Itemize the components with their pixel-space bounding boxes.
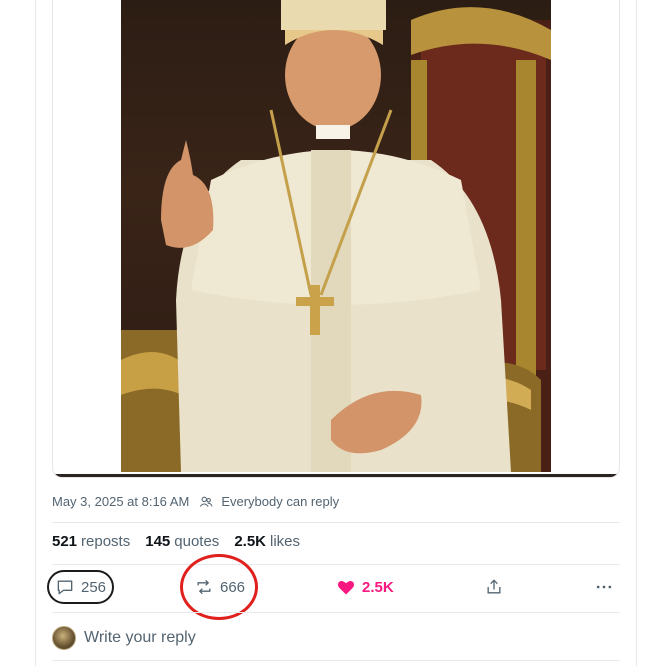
heart-icon: [337, 581, 355, 595]
quotes-label: quotes: [174, 533, 220, 550]
reply-placeholder[interactable]: Write your reply: [84, 629, 196, 647]
quotes-count: 145: [145, 533, 171, 550]
more-button[interactable]: [594, 566, 614, 608]
reposts-stat[interactable]: 521 reposts: [52, 533, 130, 550]
divider: [52, 522, 620, 523]
post-meta: May 3, 2025 at 8:16 AM Everybody can rep…: [52, 494, 339, 509]
divider: [52, 564, 620, 565]
media-card[interactable]: [52, 0, 620, 478]
likes-stat[interactable]: 2.5K likes: [234, 533, 300, 550]
more-icon: [596, 585, 612, 589]
repost-button[interactable]: 666: [194, 566, 245, 608]
people-icon: [200, 496, 213, 507]
like-count: 2.5K: [362, 578, 394, 596]
avatar[interactable]: [52, 626, 76, 650]
share-icon: [487, 579, 501, 594]
action-bar: 256 666 2.5K: [44, 554, 624, 620]
reply-setting: Everybody can reply: [221, 494, 340, 509]
divider: [52, 660, 620, 661]
divider: [52, 612, 620, 613]
reply-button[interactable]: 256: [47, 570, 115, 604]
repost-count: 666: [220, 578, 246, 596]
reply-composer[interactable]: Write your reply: [52, 626, 196, 650]
reposts-count: 521: [52, 533, 78, 550]
like-button[interactable]: 2.5K: [336, 566, 394, 608]
share-button[interactable]: [484, 566, 504, 608]
comment-icon: [57, 580, 73, 595]
post-stats: 521 reposts 145 quotes 2.5K likes: [52, 533, 300, 550]
likes-count: 2.5K: [234, 533, 266, 550]
reply-count: 256: [81, 578, 107, 596]
post-timestamp[interactable]: May 3, 2025 at 8:16 AM: [52, 494, 189, 509]
reposts-label: reposts: [81, 533, 131, 550]
post-image[interactable]: [121, 0, 551, 472]
likes-label: likes: [270, 533, 301, 550]
quotes-stat[interactable]: 145 quotes: [145, 533, 219, 550]
post-image-art: [121, 0, 551, 472]
repost-icon: [197, 579, 211, 595]
